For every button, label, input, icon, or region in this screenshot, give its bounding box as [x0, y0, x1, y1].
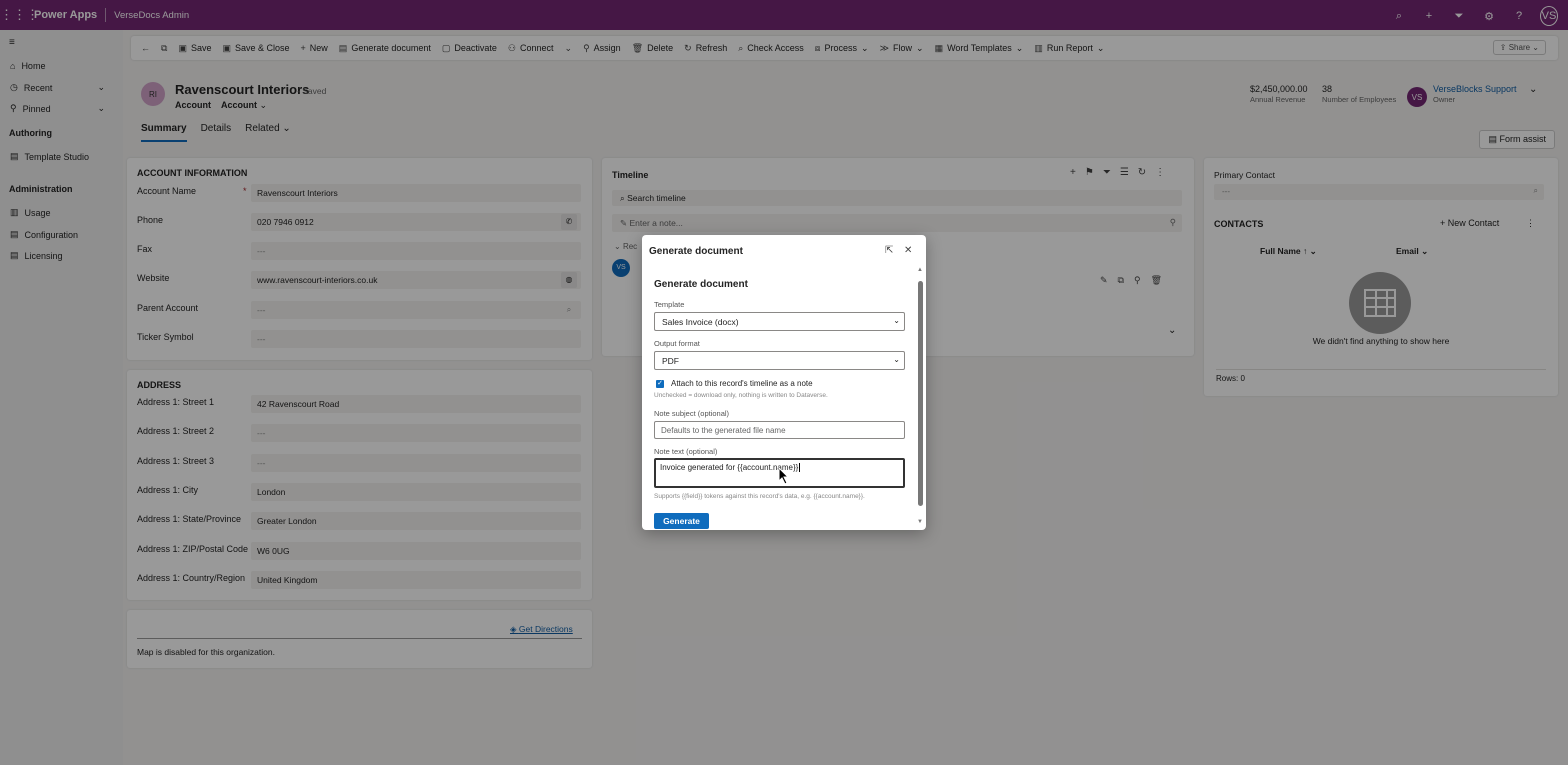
template-select[interactable]: Sales Invoice (docx) ⌄	[654, 312, 905, 331]
note-text-label: Note text (optional)	[654, 447, 718, 456]
scroll-down-icon[interactable]: ▼	[917, 519, 923, 525]
attach-note-checkbox[interactable]: ✓	[656, 380, 664, 388]
output-format-label: Output format	[654, 339, 700, 348]
chevron-down-icon: ⌄	[893, 316, 900, 325]
chevron-down-icon: ⌄	[893, 355, 900, 364]
scroll-up-icon[interactable]: ▲	[917, 267, 923, 273]
generate-document-dialog: Generate document ⇱ ✕ Generate document …	[642, 235, 926, 530]
popout-icon[interactable]: ⇱	[885, 245, 893, 256]
dialog-title: Generate document	[649, 246, 743, 257]
output-format-select[interactable]: PDF ⌄	[654, 351, 905, 370]
attach-note-label[interactable]: Attach to this record's timeline as a no…	[671, 379, 813, 388]
mouse-cursor-icon	[778, 467, 790, 485]
scrollbar-thumb[interactable]	[918, 281, 923, 506]
text-caret	[799, 463, 801, 472]
close-icon[interactable]: ✕	[904, 245, 912, 256]
generate-button[interactable]: Generate	[654, 513, 709, 529]
dialog-scrollbar[interactable]: ▲ ▼	[917, 267, 923, 525]
note-subject-input[interactable]: Defaults to the generated file name	[654, 421, 905, 439]
form-heading: Generate document	[654, 279, 748, 290]
tokens-help-text: Supports {{field}} tokens against this r…	[654, 493, 865, 500]
note-subject-label: Note subject (optional)	[654, 409, 730, 418]
template-label: Template	[654, 300, 685, 309]
attach-help-text: Unchecked = download only, nothing is wr…	[654, 392, 828, 399]
